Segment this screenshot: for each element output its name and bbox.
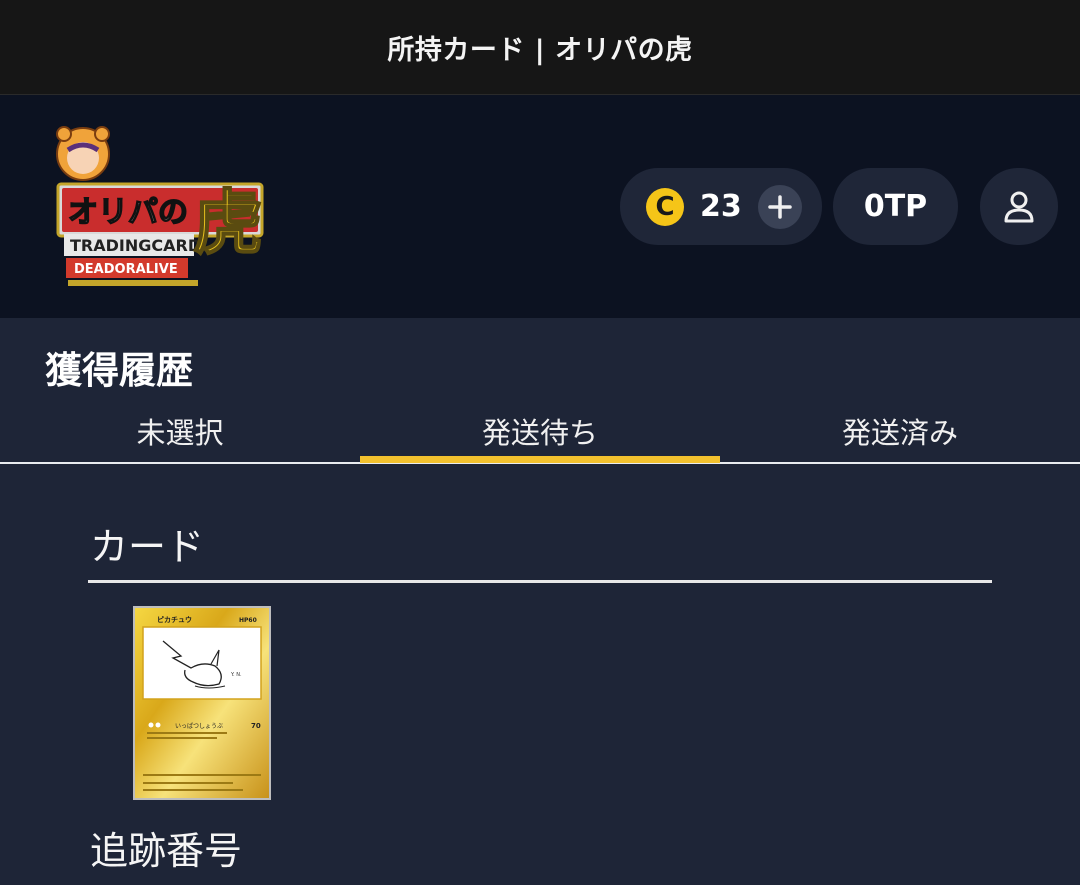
card-section-label: カード (90, 525, 205, 569)
tp-points-label: 0TP (863, 189, 928, 224)
logo-text-sub: TRADINGCARD (70, 236, 201, 255)
section-divider (88, 580, 992, 583)
coin-balance[interactable]: C 23 (620, 168, 822, 245)
card-attack-name: いっぱつしょうぶ (175, 723, 223, 730)
card-hp: HP60 (239, 617, 257, 624)
logo-text-brand: DEADORALIVE (74, 262, 178, 277)
tab-unselected[interactable]: 未選択 (0, 400, 360, 462)
logo-text-main: オリパの (68, 195, 188, 230)
plus-icon (768, 195, 792, 219)
logo-tiger-kanji: 虎 (193, 182, 263, 264)
card-sign-text: Y. N. (230, 672, 242, 678)
pokemon-card-image[interactable]: ピカチュウ HP60 Y. N. いっぱつしょうぶ 70 (133, 606, 271, 800)
card-attack-damage: 70 (251, 722, 261, 730)
coin-icon: C (646, 187, 684, 226)
active-tab-indicator (360, 456, 720, 463)
history-tabs: 未選択 発送待ち 発送済み (0, 400, 1080, 464)
page-title: 所持カード | オリパの虎 (387, 34, 693, 66)
site-logo[interactable]: オリパの TRADINGCARD DEADORALIVE 虎 (48, 122, 280, 292)
add-coin-button[interactable] (758, 185, 802, 229)
browser-title-bar: 所持カード | オリパの虎 (0, 0, 1080, 95)
user-menu-button[interactable] (980, 168, 1058, 245)
card-name: ピカチュウ (157, 615, 192, 624)
tab-awaiting-shipment[interactable]: 発送待ち (360, 400, 720, 462)
user-icon (1004, 191, 1034, 222)
tab-shipped[interactable]: 発送済み (720, 400, 1080, 462)
tp-points[interactable]: 0TP (833, 168, 958, 245)
coin-count: 23 (700, 189, 742, 224)
section-title: 獲得履歴 (45, 349, 193, 392)
tracking-number-label: 追跡番号 (90, 829, 243, 873)
